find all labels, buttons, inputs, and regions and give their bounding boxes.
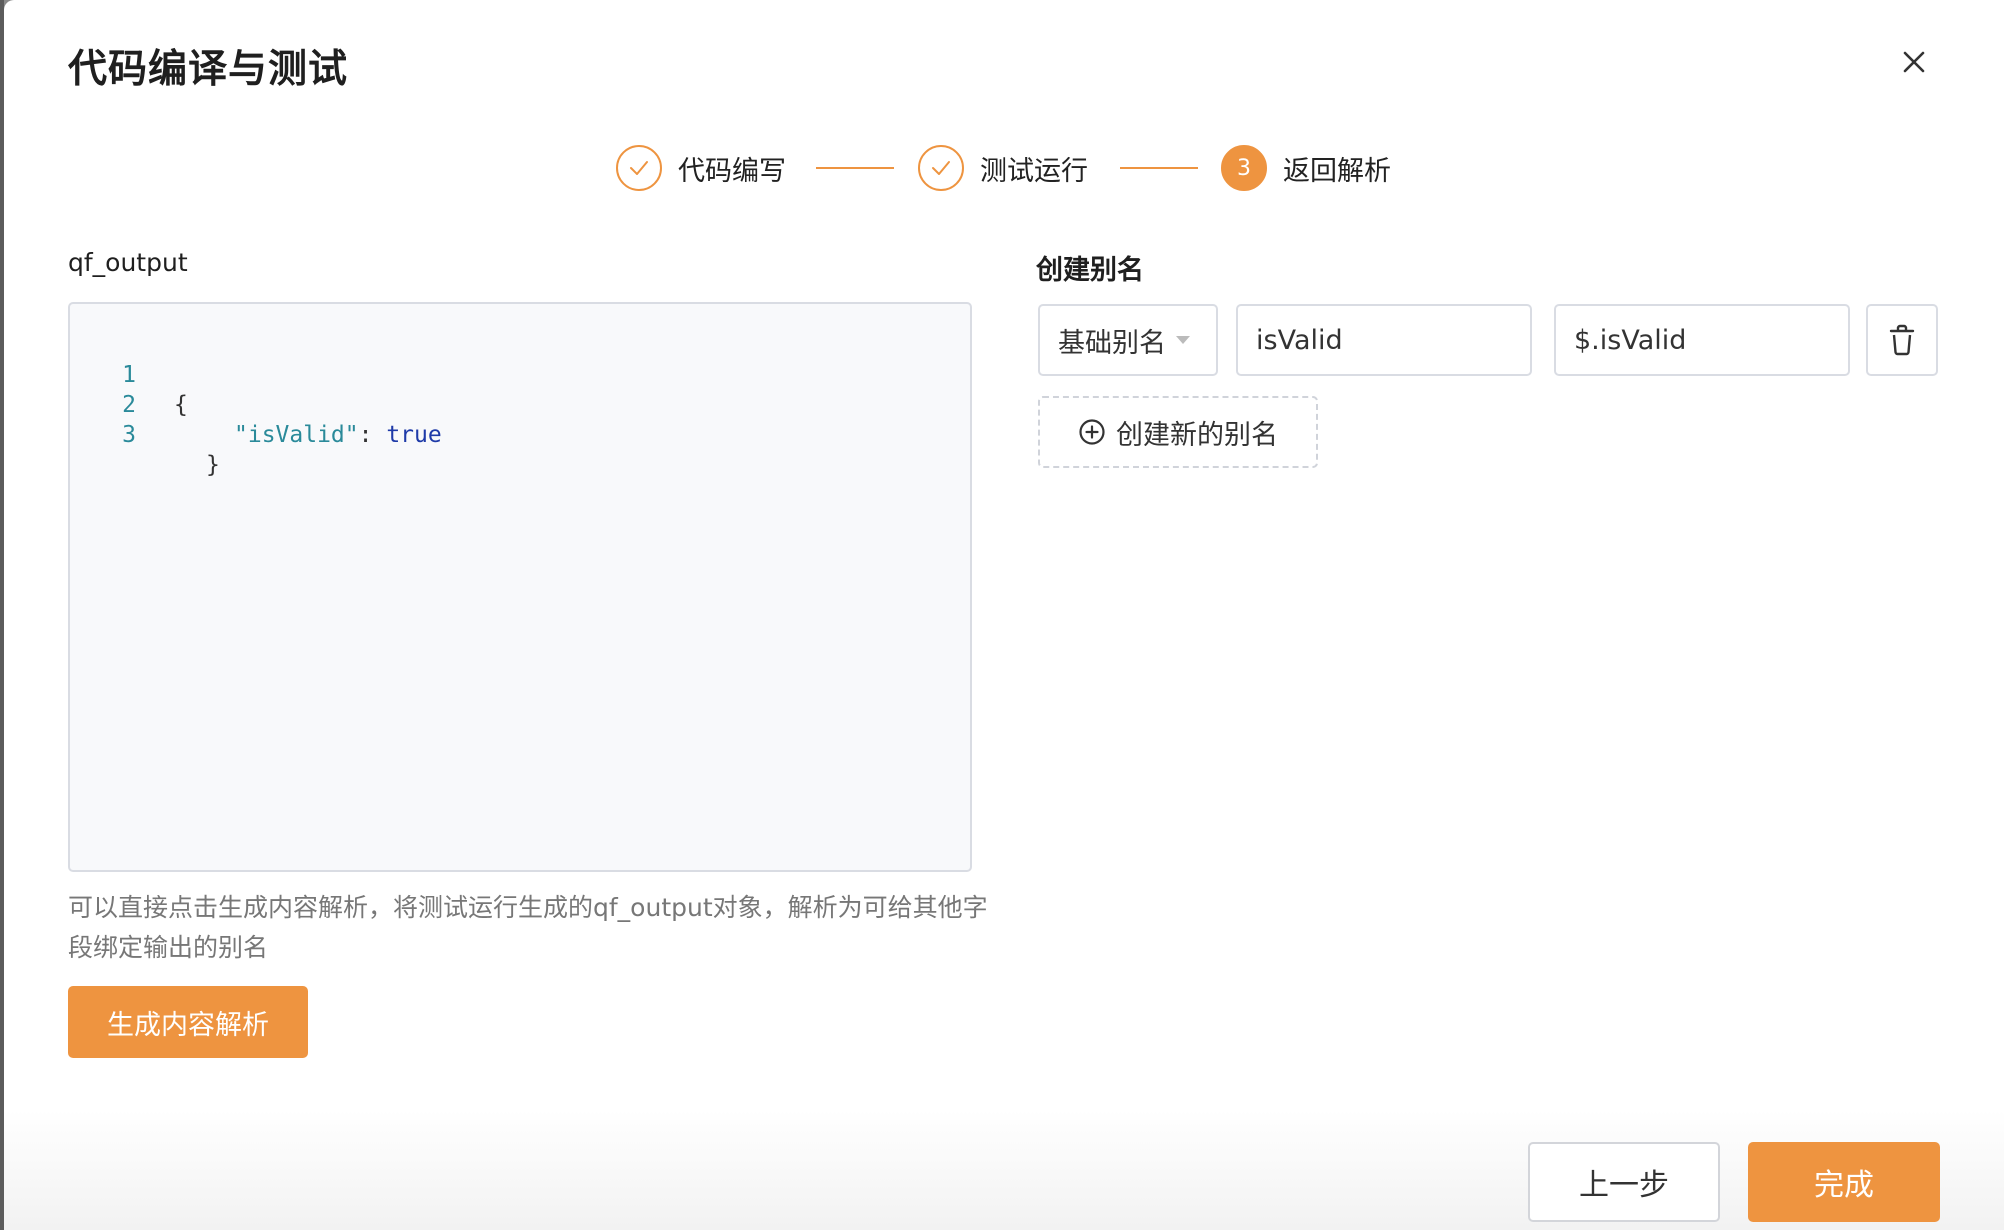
delete-alias-button[interactable] bbox=[1866, 304, 1938, 376]
output-label: qf_output bbox=[68, 248, 188, 277]
previous-step-button[interactable]: 上一步 bbox=[1528, 1142, 1720, 1222]
json-key: "isValid" bbox=[234, 422, 359, 448]
line-number: 3 bbox=[122, 422, 136, 448]
dialog-title: 代码编译与测试 bbox=[68, 47, 349, 92]
step-code-writing: 代码编写 bbox=[616, 142, 786, 194]
code-line: 3 } bbox=[70, 390, 220, 478]
json-value: true bbox=[386, 422, 442, 448]
step-test-run: 测试运行 bbox=[918, 142, 1088, 194]
check-icon bbox=[616, 145, 662, 191]
add-new-alias-button[interactable]: 创建新的别名 bbox=[1038, 396, 1318, 468]
code-text: "isValid": true bbox=[234, 420, 442, 450]
code-line: 1 { bbox=[70, 330, 188, 418]
steps-bar: 代码编写 测试运行 3 返回解析 bbox=[4, 142, 2004, 194]
close-button[interactable] bbox=[1894, 42, 1934, 82]
alias-path-input[interactable] bbox=[1554, 304, 1850, 376]
step-label: 返回解析 bbox=[1283, 155, 1391, 187]
create-alias-title: 创建别名 bbox=[1036, 255, 1144, 286]
check-icon bbox=[918, 145, 964, 191]
step-connector bbox=[816, 167, 894, 169]
trash-icon bbox=[1889, 324, 1915, 356]
step-number-badge: 3 bbox=[1221, 145, 1267, 191]
step-return-parse: 3 返回解析 bbox=[1221, 142, 1391, 194]
step-label: 代码编写 bbox=[678, 155, 786, 187]
finish-button[interactable]: 完成 bbox=[1748, 1142, 1940, 1222]
add-alias-label: 创建新的别名 bbox=[1116, 419, 1278, 451]
compile-test-dialog: 代码编译与测试 代码编写 测试运行 3 返回解析 qf_output 1 {2… bbox=[4, 0, 2004, 1230]
code-text: { bbox=[174, 392, 188, 418]
step-label: 测试运行 bbox=[980, 155, 1088, 187]
generate-parse-button[interactable]: 生成内容解析 bbox=[68, 986, 308, 1058]
help-text: 可以直接点击生成内容解析，将测试运行生成的qf_output对象，解析为可给其他… bbox=[68, 893, 988, 962]
close-icon bbox=[1903, 51, 1925, 73]
code-editor[interactable]: 1 { 2 "isValid": true 3 } bbox=[68, 302, 972, 872]
alias-name-input[interactable] bbox=[1236, 304, 1532, 376]
plus-circle-icon bbox=[1078, 418, 1106, 446]
alias-type-select[interactable]: 基础别名 bbox=[1038, 304, 1218, 376]
alias-type-value: 基础别名 bbox=[1058, 327, 1166, 359]
json-separator: : bbox=[358, 422, 387, 448]
caret-down-icon bbox=[1176, 336, 1190, 344]
code-text: } bbox=[206, 452, 220, 478]
code-line: 2 "isValid": true bbox=[70, 360, 442, 448]
step-connector bbox=[1120, 167, 1198, 169]
